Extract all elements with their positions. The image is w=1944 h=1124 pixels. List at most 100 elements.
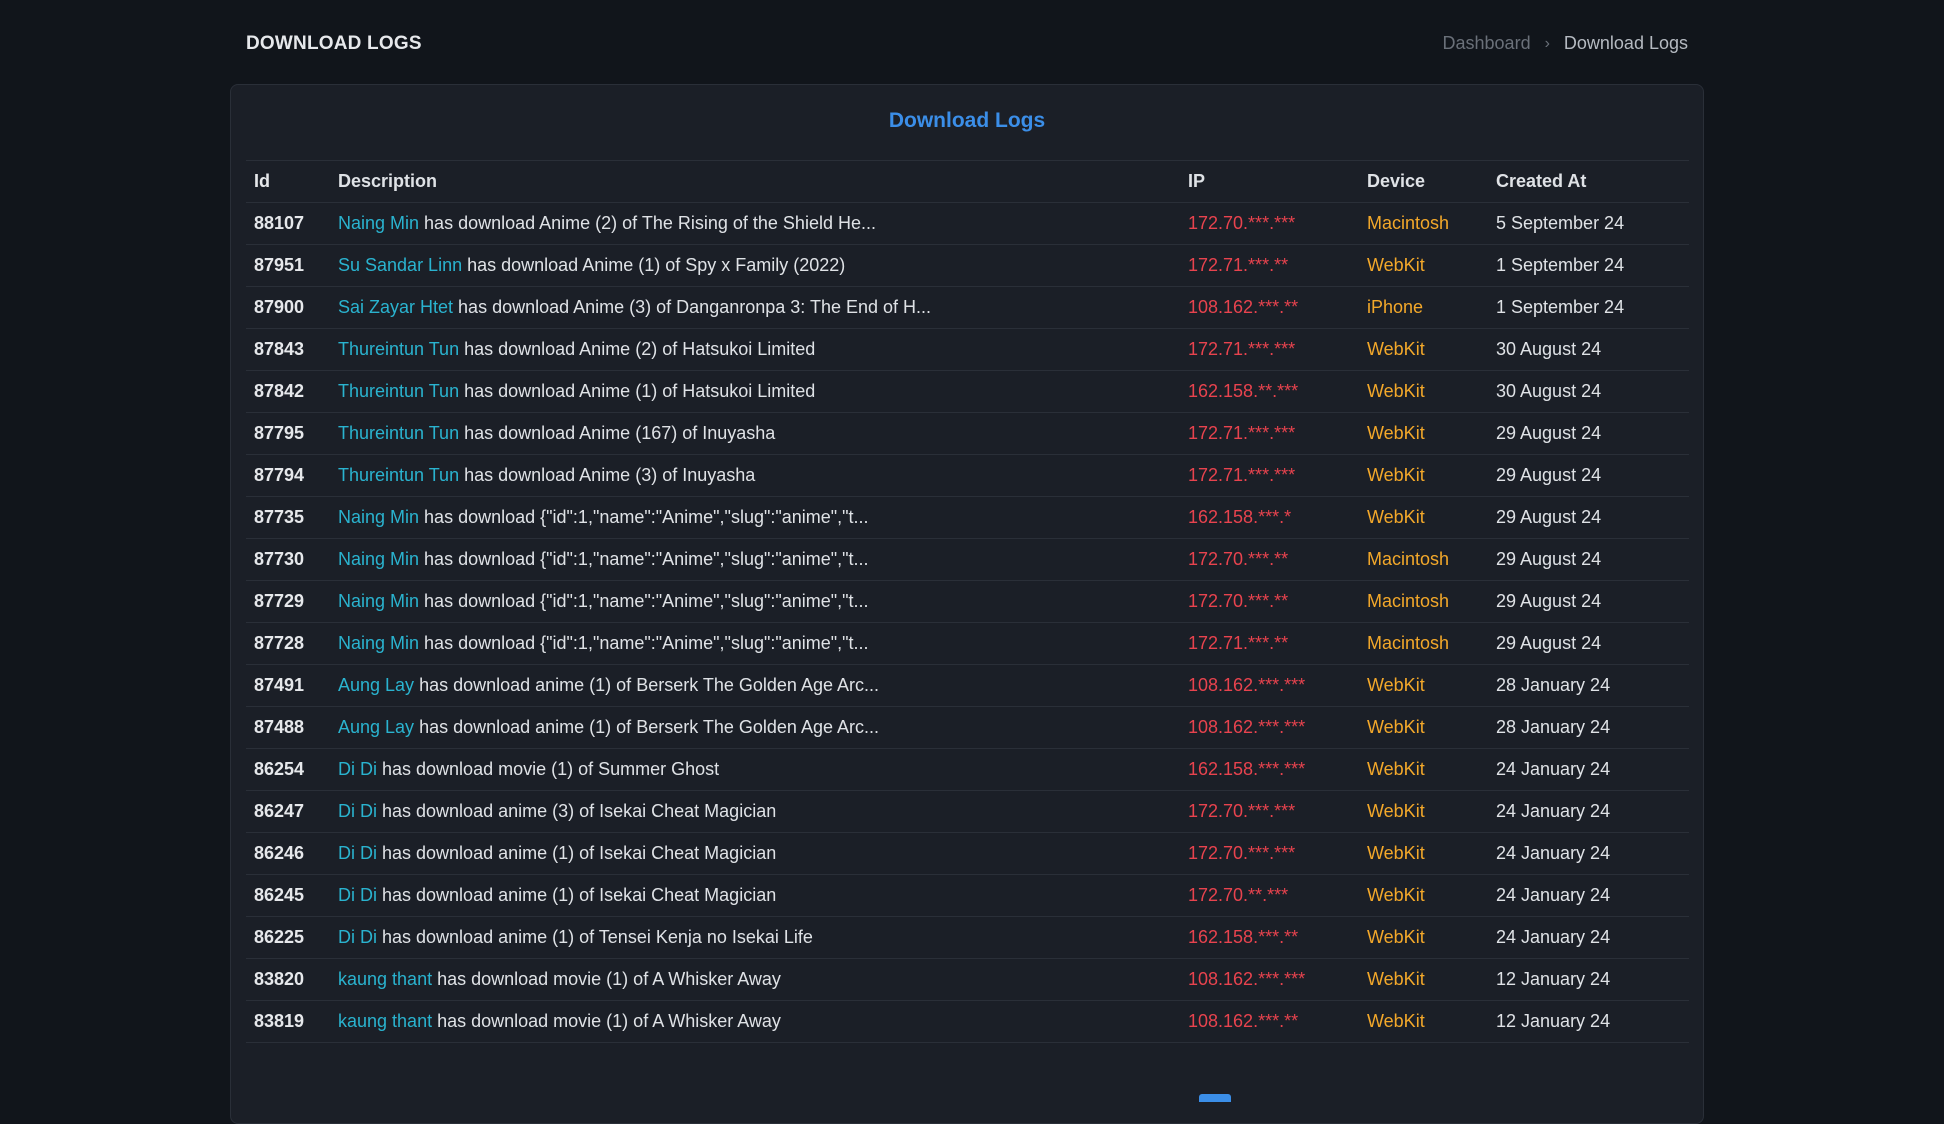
column-header-description: Description bbox=[330, 160, 1180, 203]
log-id: 87728 bbox=[246, 622, 330, 665]
log-description: Thureintun Tun has download Anime (167) … bbox=[330, 412, 1180, 455]
log-created-at: 24 January 24 bbox=[1488, 916, 1689, 959]
user-link[interactable]: Naing Min bbox=[338, 591, 419, 611]
log-id: 87842 bbox=[246, 370, 330, 413]
user-link[interactable]: Di Di bbox=[338, 927, 377, 947]
table-row: 87728 Naing Min has download {"id":1,"nam… bbox=[246, 622, 1689, 665]
log-description-text: has download Anime (2) of Hatsukoi Limit… bbox=[459, 339, 816, 359]
log-description: Di Di has download movie (1) of Summer G… bbox=[330, 748, 1180, 791]
log-description: Di Di has download anime (1) of Isekai C… bbox=[330, 832, 1180, 875]
user-link[interactable]: Di Di bbox=[338, 843, 377, 863]
user-link[interactable]: Naing Min bbox=[338, 549, 419, 569]
table-row: 87900 Sai Zayar Htet has download Anime (… bbox=[246, 286, 1689, 329]
card-title: Download Logs bbox=[888, 109, 1046, 132]
user-link[interactable]: Thureintun Tun bbox=[338, 339, 459, 359]
log-ip: 172.71.***.*** bbox=[1180, 412, 1359, 455]
log-created-at: 29 August 24 bbox=[1488, 454, 1689, 497]
column-header-ip: IP bbox=[1180, 160, 1359, 203]
log-created-at: 24 January 24 bbox=[1488, 874, 1689, 917]
page-title: DOWNLOAD LOGS bbox=[246, 33, 422, 54]
log-created-at: 24 January 24 bbox=[1488, 832, 1689, 875]
log-device: WebKit bbox=[1359, 328, 1488, 371]
table-row: 86225 Di Di has download anime (1) of Ten… bbox=[246, 916, 1689, 959]
table-row: 83819 kaung thant has download movie (1) … bbox=[246, 1000, 1689, 1043]
log-created-at: 29 August 24 bbox=[1488, 412, 1689, 455]
table-row: 86254 Di Di has download movie (1) of Sum… bbox=[246, 748, 1689, 791]
user-link[interactable]: Sai Zayar Htet bbox=[338, 297, 453, 317]
log-description-text: has download anime (1) of Berserk The Go… bbox=[414, 717, 879, 737]
log-id: 87488 bbox=[246, 706, 330, 749]
log-description-text: has download anime (1) of Tensei Kenja n… bbox=[377, 927, 813, 947]
log-description-text: has download anime (1) of Berserk The Go… bbox=[414, 675, 879, 695]
user-link[interactable]: kaung thant bbox=[338, 1011, 432, 1031]
breadcrumb-current: Download Logs bbox=[1563, 33, 1688, 53]
log-description-text: has download {"id":1,"name":"Anime","slu… bbox=[419, 549, 869, 569]
log-id: 86254 bbox=[246, 748, 330, 791]
log-device: WebKit bbox=[1359, 370, 1488, 413]
breadcrumb-dashboard-link[interactable]: Dashboard bbox=[1443, 33, 1531, 54]
log-description: Di Di has download anime (1) of Isekai C… bbox=[330, 874, 1180, 917]
log-device: WebKit bbox=[1359, 790, 1488, 833]
user-link[interactable]: Di Di bbox=[338, 759, 377, 779]
log-id: 87735 bbox=[246, 496, 330, 539]
page-header: DOWNLOAD LOGS Dashboard › Download Logs bbox=[246, 30, 1688, 58]
log-description-text: has download {"id":1,"name":"Anime","slu… bbox=[419, 633, 869, 653]
log-description-text: has download {"id":1,"name":"Anime","slu… bbox=[419, 507, 869, 527]
log-ip: 108.162.***.*** bbox=[1180, 958, 1359, 1001]
log-created-at: 30 August 24 bbox=[1488, 328, 1689, 371]
log-description-text: has download Anime (2) of The Rising of … bbox=[419, 213, 876, 233]
user-link[interactable]: Aung Lay bbox=[338, 717, 414, 737]
log-description: Naing Min has download {"id":1,"name":"A… bbox=[330, 580, 1180, 623]
log-device: WebKit bbox=[1359, 832, 1488, 875]
log-id: 87843 bbox=[246, 328, 330, 371]
log-ip: 108.162.***.*** bbox=[1180, 706, 1359, 749]
user-link[interactable]: Naing Min bbox=[338, 213, 419, 233]
log-description: Thureintun Tun has download Anime (1) of… bbox=[330, 370, 1180, 413]
log-ip: 108.162.***.** bbox=[1180, 1000, 1359, 1043]
log-ip: 172.70.***.** bbox=[1180, 538, 1359, 581]
log-ip: 162.158.**.*** bbox=[1180, 370, 1359, 413]
log-description: Naing Min has download {"id":1,"name":"A… bbox=[330, 538, 1180, 581]
log-ip: 172.70.***.*** bbox=[1180, 832, 1359, 875]
log-description-text: has download Anime (3) of Inuyasha bbox=[459, 465, 756, 485]
pagination-active-page[interactable] bbox=[1199, 1094, 1231, 1102]
table-row: 86246 Di Di has download anime (1) of Ise… bbox=[246, 832, 1689, 875]
log-id: 87951 bbox=[246, 244, 330, 287]
log-id: 87900 bbox=[246, 286, 330, 329]
log-description-text: has download anime (3) of Isekai Cheat M… bbox=[377, 801, 777, 821]
log-device: WebKit bbox=[1359, 874, 1488, 917]
user-link[interactable]: Aung Lay bbox=[338, 675, 414, 695]
table-row: 88107 Naing Min has download Anime (2) of… bbox=[246, 202, 1689, 245]
log-description: Naing Min has download {"id":1,"name":"A… bbox=[330, 622, 1180, 665]
log-ip: 172.70.**.*** bbox=[1180, 874, 1359, 917]
log-device: Macintosh bbox=[1359, 580, 1488, 623]
log-description: Aung Lay has download anime (1) of Berse… bbox=[330, 706, 1180, 749]
user-link[interactable]: Thureintun Tun bbox=[338, 465, 459, 485]
log-created-at: 29 August 24 bbox=[1488, 622, 1689, 665]
log-description: Sai Zayar Htet has download Anime (3) of… bbox=[330, 286, 1180, 329]
log-ip: 172.70.***.*** bbox=[1180, 202, 1359, 245]
log-id: 87491 bbox=[246, 664, 330, 707]
table-header-row: Id Description IP Device Created At bbox=[246, 160, 1689, 203]
user-link[interactable]: Di Di bbox=[338, 885, 377, 905]
log-ip: 172.71.***.*** bbox=[1180, 454, 1359, 497]
user-link[interactable]: kaung thant bbox=[338, 969, 432, 989]
table-row: 87730 Naing Min has download {"id":1,"nam… bbox=[246, 538, 1689, 581]
log-id: 87794 bbox=[246, 454, 330, 497]
breadcrumb: Dashboard › Download Logs bbox=[1443, 33, 1688, 54]
user-link[interactable]: Naing Min bbox=[338, 633, 419, 653]
log-ip: 162.158.***.** bbox=[1180, 916, 1359, 959]
log-description-text: has download movie (1) of A Whisker Away bbox=[432, 969, 781, 989]
user-link[interactable]: Naing Min bbox=[338, 507, 419, 527]
log-id: 87795 bbox=[246, 412, 330, 455]
log-ip: 162.158.***.* bbox=[1180, 496, 1359, 539]
log-device: WebKit bbox=[1359, 412, 1488, 455]
log-description: Naing Min has download Anime (2) of The … bbox=[330, 202, 1180, 245]
user-link[interactable]: Thureintun Tun bbox=[338, 381, 459, 401]
user-link[interactable]: Di Di bbox=[338, 801, 377, 821]
log-device: iPhone bbox=[1359, 286, 1488, 329]
log-created-at: 29 August 24 bbox=[1488, 496, 1689, 539]
log-created-at: 24 January 24 bbox=[1488, 748, 1689, 791]
user-link[interactable]: Su Sandar Linn bbox=[338, 255, 462, 275]
user-link[interactable]: Thureintun Tun bbox=[338, 423, 459, 443]
